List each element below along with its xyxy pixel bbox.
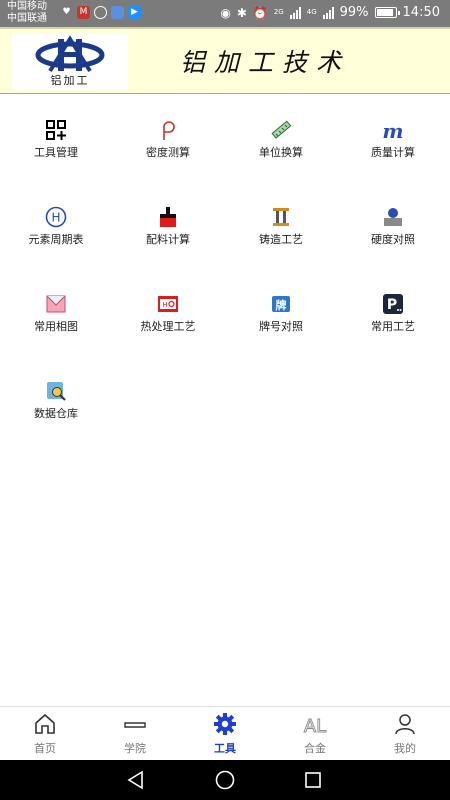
back-icon[interactable] [124,768,148,792]
svg-text:牌: 牌 [276,298,287,312]
battery-percent: 99% [339,5,369,20]
tool-tile-mass-calc[interactable]: m 质量计算 [337,94,449,159]
network-1-label: 2G [273,8,284,16]
logo: 铝加工 [12,33,128,90]
home-icon [35,713,55,734]
heat-treat-icon: H [158,296,178,312]
logo-mark-icon [35,35,105,73]
bottom-nav: 首页 学院 工具 AL 合金 我的 [0,706,450,760]
banner-title: 铝加工技术 [180,48,351,77]
nav-tools[interactable]: 工具 [180,707,270,761]
svg-text:m: m [382,119,403,141]
status-bar: 中国移动 中国联通 ♥ M ▶ ◉ ✱ ⏰ 2G 4G 99% 14:50 [0,0,450,27]
nav-profile[interactable]: 我的 [360,707,450,761]
crucible-icon [160,207,176,227]
tool-tile-heat-treatment[interactable]: H 热处理工艺 [112,268,224,333]
svg-text:H: H [162,301,167,309]
tool-tile-casting[interactable]: 铸造工艺 [225,181,337,246]
nav-home[interactable]: 首页 [0,707,90,761]
app-badge-icon: M [77,6,90,19]
ruler-icon [271,120,292,139]
network-2-label: 4G [306,8,317,16]
tool-label: 铸造工艺 [259,233,303,246]
tool-tile-density[interactable]: 密度测算 [112,94,224,159]
casting-icon [273,208,289,226]
nav-label: 学院 [124,742,146,755]
alloy-al-icon: AL [303,716,326,736]
phase-diagram-icon [46,295,66,313]
academy-icon [124,722,146,728]
svg-text:AL: AL [304,716,326,736]
tool-label: 质量计算 [371,146,415,159]
tool-label: 工具管理 [34,146,78,159]
clock: 14:50 [402,5,440,20]
nav-academy[interactable]: 学院 [90,707,180,761]
nav-label: 首页 [34,742,56,755]
mass-m-icon: m [382,119,403,141]
svg-text:P: P [387,297,397,313]
system-nav-bar [0,760,450,800]
logo-caption: 铝加工 [50,74,90,87]
nav-label: 工具 [214,742,236,755]
tool-tile-periodic-table[interactable]: H 元素周期表 [0,181,112,246]
tool-label: 常用工艺 [371,320,415,333]
home-circle-icon[interactable] [213,768,237,792]
tool-tile-data-warehouse[interactable]: 数据仓库 [0,355,112,420]
bluetooth-icon: ✱ [236,5,247,20]
tool-tile-batching[interactable]: 配料计算 [112,181,224,246]
hotspot-icon: ◉ [220,5,231,20]
hydrogen-icon: H [45,206,67,228]
tool-tile-common-process[interactable]: P 常用工艺 [337,268,449,333]
tool-label: 热处理工艺 [140,320,196,333]
process-p-icon: P [383,294,403,314]
tool-label: 常用相图 [34,320,78,333]
video-play-icon: ▶ [128,6,141,19]
gear-icon [214,713,236,735]
tool-tile-unit-conversion[interactable]: 单位换算 [225,94,337,159]
grade-compare-icon: 牌 [272,296,290,312]
signal-2-icon [322,6,334,19]
nav-alloy[interactable]: AL 合金 [270,707,360,761]
tool-label: 元素周期表 [28,233,84,246]
health-icon: ♥ [62,7,71,17]
tool-tile-grade-compare[interactable]: 牌 牌号对照 [225,268,337,333]
svg-text:H: H [51,211,60,225]
tool-label: 硬度对照 [371,233,415,246]
carrier-names: 中国移动 中国联通 [7,1,47,25]
app-blue-icon [111,6,124,19]
tool-label: 配料计算 [146,233,190,246]
tool-grid-icon [46,120,66,140]
app-circle-icon [94,6,107,19]
tool-tile-tool-management[interactable]: 工具管理 [0,94,112,159]
nav-label: 我的 [394,742,416,755]
header-banner: 铝加工 铝加工技术 [0,27,450,94]
hardness-icon [384,208,402,226]
tool-tile-hardness[interactable]: 硬度对照 [337,181,449,246]
tool-tile-phase-diagram[interactable]: 常用相图 [0,268,112,333]
tool-label: 数据仓库 [34,407,78,420]
alarm-icon: ⏰ [252,5,268,20]
status-right: ◉ ✱ ⏰ 2G 4G 99% 14:50 [220,5,440,20]
tool-label: 单位换算 [259,146,303,159]
nav-label: 合金 [304,742,326,755]
carrier-2: 中国联通 [7,13,47,24]
profile-icon [395,714,415,735]
battery-icon [374,7,400,18]
tool-label: 牌号对照 [259,320,303,333]
tool-label: 密度测算 [146,146,190,159]
rho-icon [163,121,175,140]
database-icon [47,382,66,401]
recents-icon[interactable] [301,768,325,792]
carrier-1: 中国移动 [7,1,47,12]
signal-1-icon [289,6,301,19]
battery-fill [376,9,394,16]
notification-icons: ♥ M ▶ [60,6,141,19]
